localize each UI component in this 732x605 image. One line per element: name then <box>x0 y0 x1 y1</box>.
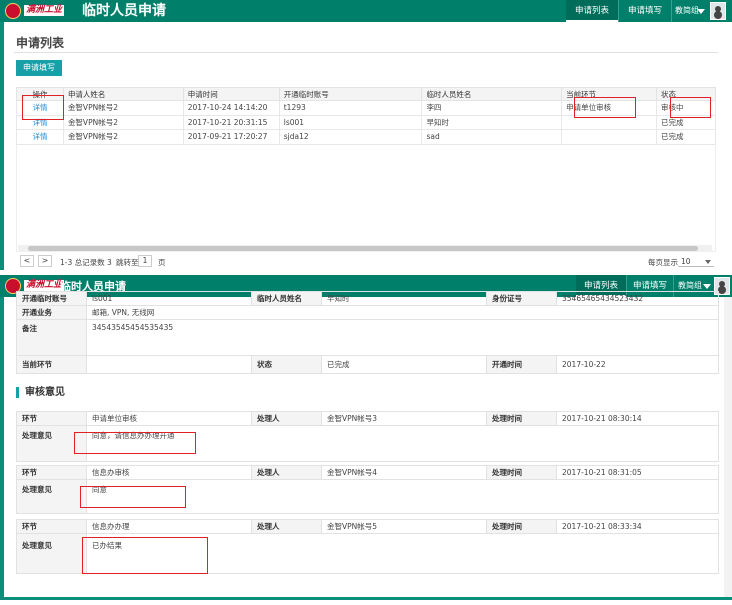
chevron-down-icon[interactable] <box>697 9 705 14</box>
temp-name-cell: 李四 <box>421 100 563 116</box>
left-accent-strip <box>0 297 4 597</box>
services-value: 邮箱, VPN, 无线网 <box>86 305 719 320</box>
detail-link[interactable]: 详情 <box>16 129 64 145</box>
account-cell: sjda12 <box>278 129 423 145</box>
pagination: < > 1-3 总记录数 3 跳转至 1 页 每页显示 10 <box>16 254 716 268</box>
field-label: 备注 <box>16 319 87 356</box>
field-label: 处理时间 <box>486 411 557 426</box>
jump-label: 跳转至 <box>116 258 139 267</box>
time-cell: 2017-10-21 20:31:15 <box>182 114 280 130</box>
step-value: 信息办审核 <box>86 465 252 480</box>
field-label: 处理人 <box>251 411 322 426</box>
column-header: 开通临时账号 <box>278 87 423 101</box>
field-label: 处理时间 <box>486 465 557 480</box>
divider <box>14 52 718 53</box>
status-value: 已完成 <box>321 355 487 374</box>
handle-time-value: 2017-10-21 08:30:14 <box>556 411 719 426</box>
field-label: 当前环节 <box>16 355 87 374</box>
field-label: 处理人 <box>251 519 322 534</box>
table-row: 详情 金智VPN帐号2 2017-09-21 17:20:27 sjda12 s… <box>16 129 716 145</box>
step-value: 信息办办理 <box>86 519 252 534</box>
new-application-button[interactable]: 申请填写 <box>16 60 62 76</box>
handler-value: 金智VPN帐号5 <box>321 519 487 534</box>
step-value: 申请单位审核 <box>86 411 252 426</box>
temp-name-value: 早知时 <box>321 291 487 306</box>
open-time-value: 2017-10-22 <box>556 355 719 374</box>
column-header: 临时人员姓名 <box>421 87 563 101</box>
avatar[interactable] <box>710 2 726 20</box>
per-page-label: 每页显示 <box>648 258 678 267</box>
chevron-down-icon <box>705 260 711 264</box>
page-input[interactable]: 1 <box>138 255 152 267</box>
field-label: 处理意见 <box>16 533 87 574</box>
stage-cell <box>561 129 658 145</box>
column-header: 申请人姓名 <box>62 87 184 101</box>
field-label: 临时人员姓名 <box>251 291 322 306</box>
page-title: 申请列表 <box>16 36 65 50</box>
highlight-box <box>74 432 196 454</box>
field-label: 处理意见 <box>16 479 87 514</box>
bottom-accent-line <box>0 597 732 600</box>
logo-text: 满洲工业 <box>24 5 65 16</box>
status-cell: 已完成 <box>656 129 716 145</box>
left-accent-strip <box>0 22 4 270</box>
list-screen: 满洲工业 临时人员申请 申请列表 申请填写 教简组 申请列表 申请填写 操作 申… <box>0 0 732 270</box>
field-label: 环节 <box>16 465 87 480</box>
top-bar: 满洲工业 临时人员申请 申请列表 申请填写 教简组 <box>0 0 732 22</box>
next-page-button[interactable]: > <box>38 255 52 267</box>
scrollbar-thumb[interactable] <box>28 246 698 251</box>
account-cell: ls001 <box>278 114 423 130</box>
school-logo-icon <box>5 3 21 19</box>
applicant-cell: 金智VPN帐号2 <box>62 100 184 116</box>
horizontal-scrollbar[interactable] <box>18 245 712 252</box>
account-cell: t1293 <box>278 100 423 116</box>
review-section-title: 审核意见 <box>16 387 65 398</box>
handler-value: 金智VPN帐号3 <box>321 411 487 426</box>
column-header: 申请时间 <box>182 87 280 101</box>
account-value: ls001 <box>86 291 252 306</box>
applicant-cell: 金智VPN帐号2 <box>62 114 184 130</box>
field-label: 身份证号 <box>486 291 557 306</box>
field-label: 处理时间 <box>486 519 557 534</box>
temp-name-cell: 早知时 <box>421 114 563 130</box>
handle-time-value: 2017-10-21 08:31:05 <box>556 465 719 480</box>
per-page-select[interactable]: 10 <box>678 255 714 267</box>
prev-page-button[interactable]: < <box>20 255 34 267</box>
field-label: 环节 <box>16 519 87 534</box>
highlight-box <box>22 95 64 120</box>
logo-text: 满洲工业 <box>24 280 65 291</box>
field-label: 开通临时账号 <box>16 291 87 306</box>
highlight-box <box>670 97 711 118</box>
per-page-value: 10 <box>681 257 691 266</box>
detail-screen: 满洲工业 临时人员申请 申请列表 申请填写 教简组 开通临时账号 ls001 临… <box>0 275 732 605</box>
chevron-down-icon[interactable] <box>703 284 711 289</box>
remark-value: 34543545454535435 <box>86 319 719 356</box>
nav-divider <box>671 0 672 22</box>
record-summary: 1-3 总记录数 3 <box>60 258 112 267</box>
applicant-cell: 金智VPN帐号2 <box>62 129 184 145</box>
id-number-value: 35465465434523432 <box>556 291 719 306</box>
field-label: 状态 <box>251 355 322 374</box>
time-cell: 2017-10-24 14:14:20 <box>182 100 280 116</box>
vertical-scrollbar[interactable] <box>724 297 732 597</box>
tab-apply-form[interactable]: 申请填写 <box>619 0 671 22</box>
field-label: 处理人 <box>251 465 322 480</box>
user-menu[interactable]: 教简组 <box>675 0 699 22</box>
handler-value: 金智VPN帐号4 <box>321 465 487 480</box>
field-label: 开通时间 <box>486 355 557 374</box>
highlight-box <box>82 537 208 574</box>
handle-time-value: 2017-10-21 08:33:34 <box>556 519 719 534</box>
app-title: 临时人员申请 <box>82 3 166 19</box>
field-label: 环节 <box>16 411 87 426</box>
field-label: 开通业务 <box>16 305 87 320</box>
page-unit: 页 <box>158 258 166 267</box>
highlight-box <box>574 97 636 118</box>
highlight-box <box>80 486 186 508</box>
tab-apply-list[interactable]: 申请列表 <box>566 0 618 22</box>
stage-value <box>86 355 252 374</box>
temp-name-cell: sad <box>421 129 563 145</box>
time-cell: 2017-09-21 17:20:27 <box>182 129 280 145</box>
applicant-info-table: 开通临时账号 ls001 临时人员姓名 早知时 身份证号 35465465434… <box>16 291 719 374</box>
